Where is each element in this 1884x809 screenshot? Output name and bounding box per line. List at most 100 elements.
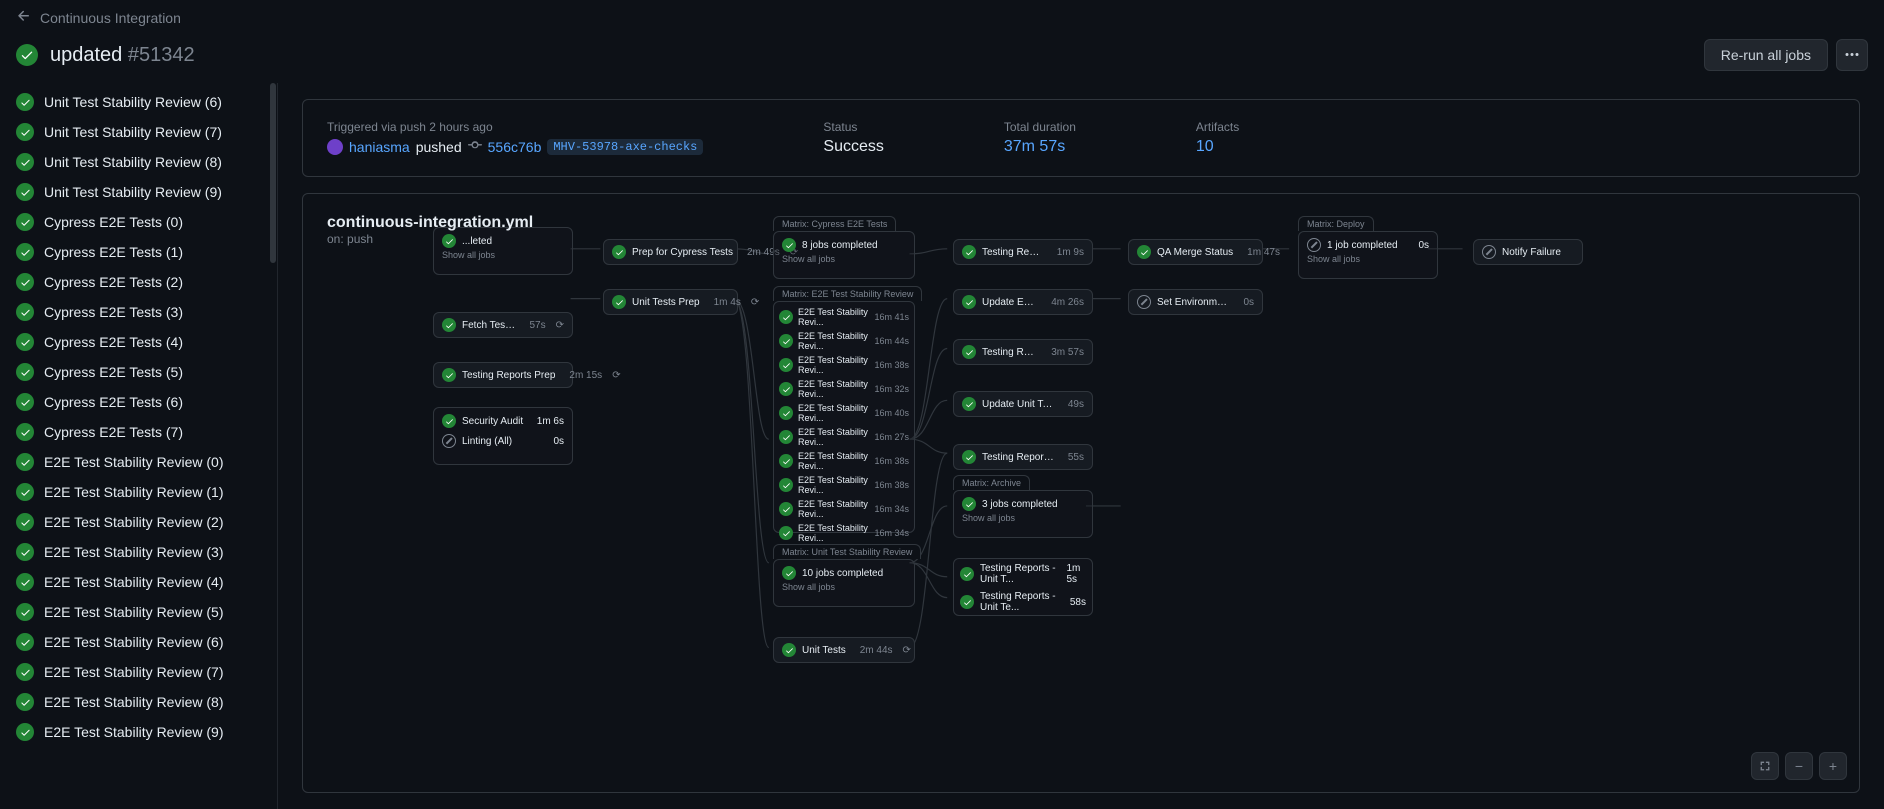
matrix-row[interactable]: E2E Test Stability Revi...16m 38s <box>779 449 909 473</box>
show-all-link[interactable]: Show all jobs <box>442 250 564 260</box>
sidebar-item[interactable]: E2E Test Stability Review (3) <box>0 537 277 567</box>
sidebar-item[interactable]: E2E Test Stability Review (8) <box>0 687 277 717</box>
matrix-unit[interactable]: 10 jobs completed Show all jobs <box>773 559 915 607</box>
matrix-summary: 10 jobs completed <box>802 568 883 579</box>
run-number: #51342 <box>128 44 195 66</box>
sidebar-item[interactable]: E2E Test Stability Review (4) <box>0 567 277 597</box>
rerun-icon[interactable]: ⟳ <box>608 370 620 381</box>
sidebar-item[interactable]: E2E Test Stability Review (7) <box>0 657 277 687</box>
job-update-unit[interactable]: Update Unit Test Stability ... 49s <box>953 391 1093 417</box>
sidebar-item[interactable]: Unit Test Stability Review (9) <box>0 177 277 207</box>
matrix-cypress[interactable]: 8 jobs completed Show all jobs <box>773 231 915 279</box>
sidebar-item[interactable]: E2E Test Stability Review (0) <box>0 447 277 477</box>
matrix-unit-reports[interactable]: Testing Reports - Unit T... 1m 5s Testin… <box>953 558 1093 616</box>
sidebar-item[interactable]: E2E Test Stability Review (9) <box>0 717 277 747</box>
check-icon <box>962 245 976 259</box>
breadcrumb[interactable]: Continuous Integration <box>40 10 181 26</box>
sidebar-item[interactable]: Unit Test Stability Review (7) <box>0 117 277 147</box>
sidebar-item[interactable]: Cypress E2E Tests (6) <box>0 387 277 417</box>
duration-value[interactable]: 37m 57s <box>1004 138 1076 156</box>
rerun-icon[interactable]: ⟳ <box>747 297 759 308</box>
sidebar-item[interactable]: E2E Test Stability Review (1) <box>0 477 277 507</box>
matrix-row[interactable]: E2E Test Stability Revi...16m 40s <box>779 401 909 425</box>
status-value: Success <box>823 138 883 156</box>
matrix-deploy[interactable]: 1 job completed 0s Show all jobs <box>1298 231 1438 279</box>
rerun-icon[interactable]: ⟳ <box>552 320 564 331</box>
show-all-link[interactable]: Show all jobs <box>782 582 906 592</box>
matrix-row[interactable]: E2E Test Stability Revi...16m 27s <box>779 425 909 449</box>
job-unit-prep[interactable]: Unit Tests Prep 1m 4s ⟳ <box>603 289 738 315</box>
run-status-icon <box>16 44 38 66</box>
show-all-link[interactable]: Show all jobs <box>962 513 1084 523</box>
job-duration: 57s <box>521 320 545 331</box>
rerun-button[interactable]: Re-run all jobs <box>1704 39 1828 71</box>
zoom-out-icon[interactable]: − <box>1785 752 1813 780</box>
sidebar-item[interactable]: Unit Test Stability Review (8) <box>0 147 277 177</box>
commit-link[interactable]: 556c76b <box>488 139 542 155</box>
check-icon <box>962 497 976 511</box>
workflow-graph[interactable]: continuous-integration.yml on: push <box>302 193 1860 793</box>
matrix-row-dur: 16m 34s <box>874 528 909 538</box>
job-duration: 0s <box>553 436 564 447</box>
rerun-icon[interactable]: ⟳ <box>899 645 911 656</box>
job-testing-reports-prep[interactable]: Testing Reports Prep 2m 15s ⟳ <box>433 362 573 388</box>
job-unit-tests[interactable]: Unit Tests 2m 44s ⟳ <box>773 637 915 663</box>
sidebar-item[interactable]: Cypress E2E Tests (0) <box>0 207 277 237</box>
job-qa-merge[interactable]: QA Merge Status 1m 47s <box>1128 239 1263 265</box>
matrix-row-label: E2E Test Stability Revi... <box>798 307 869 327</box>
matrix-row[interactable]: E2E Test Stability Revi...16m 38s <box>779 473 909 497</box>
kebab-menu-icon[interactable] <box>1836 39 1868 71</box>
sidebar-item[interactable]: Cypress E2E Tests (5) <box>0 357 277 387</box>
sidebar-item-label: Cypress E2E Tests (3) <box>44 304 183 320</box>
matrix-archive[interactable]: 3 jobs completed Show all jobs <box>953 490 1093 538</box>
check-icon <box>16 693 34 711</box>
matrix-row[interactable]: E2E Test Stability Revi...16m 41s <box>779 305 909 329</box>
job-prep-cypress[interactable]: Prep for Cypress Tests 2m 49s ⟳ <box>603 239 738 265</box>
matrix-row[interactable]: E2E Test Stability Revi...16m 34s <box>779 521 909 545</box>
job-notify-failure[interactable]: Notify Failure <box>1473 239 1583 265</box>
job-label: Testing Reports - Unit Te... <box>982 452 1054 463</box>
sidebar-item[interactable]: E2E Test Stability Review (6) <box>0 627 277 657</box>
job-reports-unit1[interactable]: Testing Reports - Unit Te... 55s <box>953 444 1093 470</box>
actor-link[interactable]: haniasma <box>349 139 410 155</box>
job-label: Unit Tests Prep <box>632 297 700 308</box>
matrix-row[interactable]: E2E Test Stability Revi...16m 38s <box>779 353 909 377</box>
job-update-e2e[interactable]: Update E2E Test Stabili... 4m 26s <box>953 289 1093 315</box>
sidebar-item[interactable]: Cypress E2E Tests (7) <box>0 417 277 447</box>
sidebar-item[interactable]: E2E Test Stability Review (5) <box>0 597 277 627</box>
job-label: Unit Tests <box>802 645 846 656</box>
check-icon <box>16 363 34 381</box>
show-all-link[interactable]: Show all jobs <box>1307 254 1429 264</box>
sidebar-item[interactable]: Cypress E2E Tests (2) <box>0 267 277 297</box>
branch-tag[interactable]: MHV-53978-axe-checks <box>547 139 703 155</box>
sidebar-item[interactable]: Cypress E2E Tests (1) <box>0 237 277 267</box>
sidebar-item[interactable]: E2E Test Stability Review (2) <box>0 507 277 537</box>
job-set-env[interactable]: Set Environments to Deploy 0s <box>1128 289 1263 315</box>
show-all-link[interactable]: Show all jobs <box>782 254 906 264</box>
sidebar-item[interactable]: Cypress E2E Tests (4) <box>0 327 277 357</box>
avatar[interactable] <box>327 139 343 155</box>
jobs-sidebar[interactable]: Unit Test Stability Review (6)Unit Test … <box>0 83 278 809</box>
zoom-in-icon[interactable]: + <box>1819 752 1847 780</box>
check-icon <box>612 295 626 309</box>
back-arrow-icon[interactable] <box>16 8 32 27</box>
matrix-e2e[interactable]: E2E Test Stability Revi...16m 41sE2E Tes… <box>773 301 915 533</box>
job-reports-e2e[interactable]: Testing Reports - E2E ... 3m 57s <box>953 339 1093 365</box>
artifacts-value[interactable]: 10 <box>1196 138 1239 156</box>
matrix-security[interactable]: Security Audit 1m 6s Linting (All) 0s <box>433 407 573 465</box>
check-icon <box>16 633 34 651</box>
check-icon <box>16 153 34 171</box>
job-fetch[interactable]: Fetch Test Stability Allow ... 57s ⟳ <box>433 312 573 338</box>
sidebar-item-label: Cypress E2E Tests (1) <box>44 244 183 260</box>
sidebar-item[interactable]: Unit Test Stability Review (6) <box>0 87 277 117</box>
check-icon <box>782 643 796 657</box>
matrix-row[interactable]: E2E Test Stability Revi...16m 34s <box>779 497 909 521</box>
matrix-row[interactable]: E2E Test Stability Revi...16m 44s <box>779 329 909 353</box>
sidebar-scrollbar[interactable] <box>270 83 276 263</box>
sidebar-item[interactable]: Cypress E2E Tests (3) <box>0 297 277 327</box>
fullscreen-icon[interactable] <box>1751 752 1779 780</box>
job-reports-cypress[interactable]: Testing Reports - Cypre... 1m 9s <box>953 239 1093 265</box>
check-icon <box>16 423 34 441</box>
matrix-row[interactable]: E2E Test Stability Revi...16m 32s <box>779 377 909 401</box>
check-icon <box>962 450 976 464</box>
